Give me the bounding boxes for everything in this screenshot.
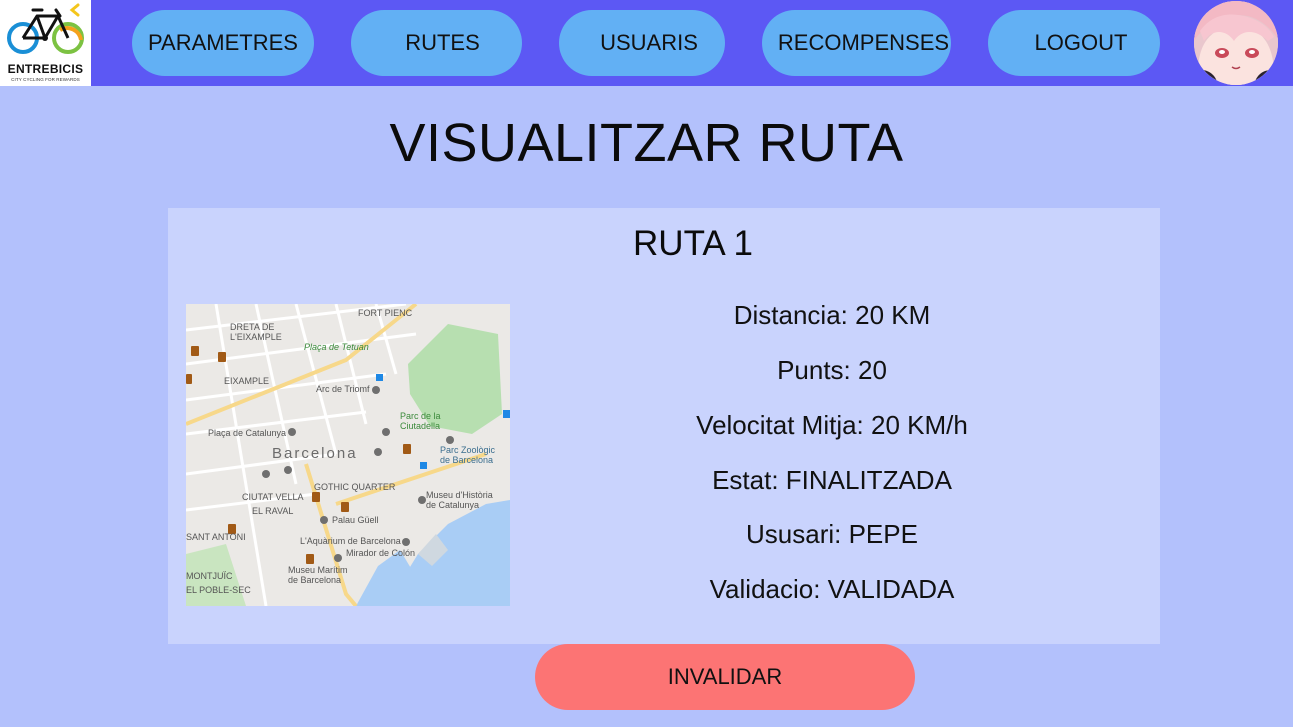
user-avatar[interactable] [1194, 1, 1278, 85]
map-label: EL POBLE-SEC [186, 585, 251, 595]
map-label: GOTHIC QUARTER [314, 482, 396, 492]
nav-usuaris-button[interactable]: USUARIS [559, 10, 725, 76]
avatar-illustration [1194, 1, 1278, 85]
map-label: Museu Marítim de Barcelona [288, 565, 348, 585]
map-label: SANT ANTONI [186, 532, 246, 542]
map-label: FORT PIENC [358, 308, 413, 318]
map-label: Palau Güell [332, 515, 379, 525]
logo-wordmark: ENTREBICIS [7, 62, 84, 76]
map-label: EL RAVAL [252, 506, 294, 516]
top-navigation-bar: ENTREBICIS CITY CYCLING FOR REWARDS PARA… [0, 0, 1293, 86]
nav-parametres-button[interactable]: PARAMETRES [132, 10, 314, 76]
page-title: VISUALITZAR RUTA [389, 113, 904, 173]
bicycle-icon [7, 3, 84, 54]
nav-recompenses-button[interactable]: RECOMPENSES [762, 10, 951, 76]
route-validation: Validacio: VALIDADA [709, 574, 955, 604]
map-label: Parc de la Ciutadella [400, 411, 441, 431]
route-name: RUTA 1 [633, 224, 753, 263]
map-label: L'Aquàrium de Barcelona [300, 536, 401, 546]
map-label: Museu d'Història de Catalunya [426, 490, 493, 510]
map-label: CIUTAT VELLA [242, 492, 304, 502]
map-label: EIXAMPLE [224, 376, 270, 386]
nav-rutes-button[interactable]: RUTES [351, 10, 522, 76]
route-average-speed: Velocitat Mitja: 20 KM/h [696, 410, 968, 440]
invalidate-button[interactable]: INVALIDAR [535, 644, 915, 710]
map-label: Plaça de Catalunya [208, 428, 287, 438]
entrebicis-logo[interactable]: ENTREBICIS CITY CYCLING FOR REWARDS [0, 0, 91, 86]
route-map[interactable]: FORT PIENC DRETA DE L'EIXAMPLE Plaça de … [186, 304, 510, 606]
map-label: Plaça de Tetuan [304, 342, 369, 352]
route-points: Punts: 20 [777, 355, 887, 385]
nav-logout-button[interactable]: LOGOUT [988, 10, 1160, 76]
route-user: Ususari: PEPE [746, 519, 918, 549]
logo-tagline: CITY CYCLING FOR REWARDS [11, 77, 80, 82]
map-label: DRETA DE L'EIXAMPLE [230, 322, 282, 342]
map-label: MONTJUÏC [186, 571, 233, 581]
map-label: Barcelona [272, 445, 358, 462]
map-label: Arc de Triomf [316, 384, 370, 394]
route-status: Estat: FINALITZADA [712, 465, 952, 495]
route-distance: Distancia: 20 KM [733, 300, 931, 330]
map-label: Parc Zoològic de Barcelona [440, 445, 496, 465]
map-label: Mirador de Colón [346, 548, 416, 558]
